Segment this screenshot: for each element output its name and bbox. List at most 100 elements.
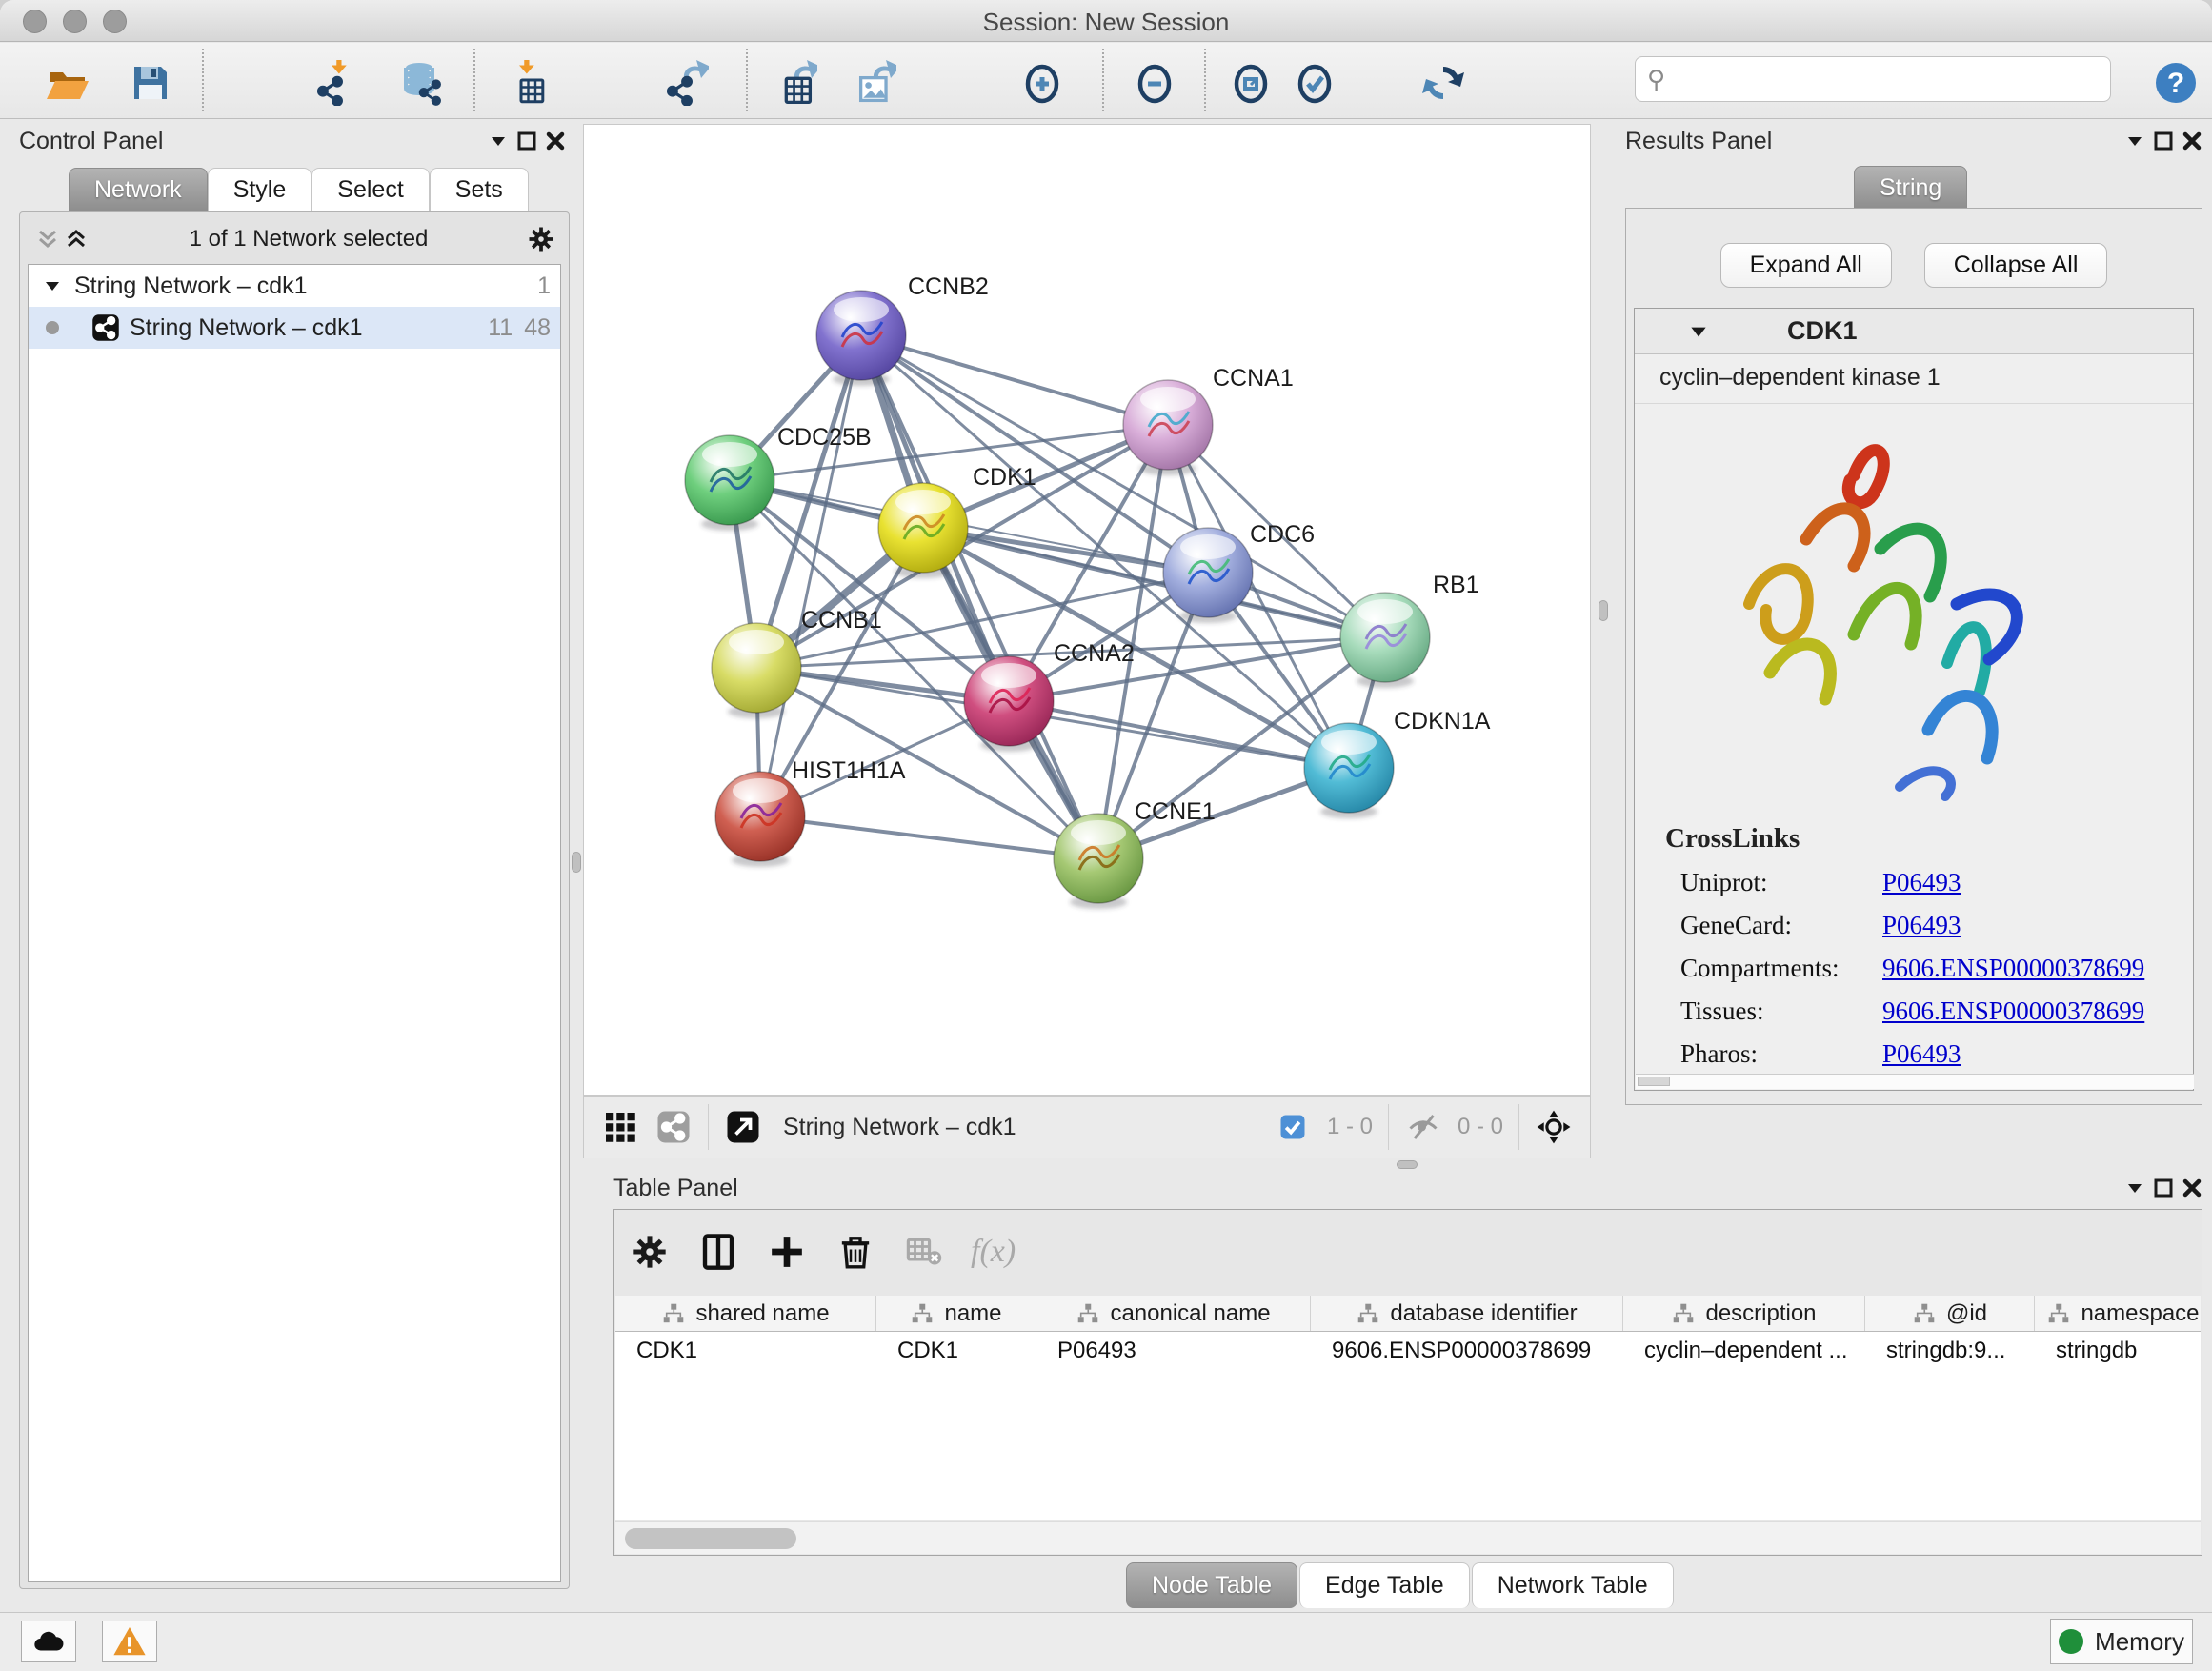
export-table-icon[interactable] xyxy=(768,56,821,110)
gene-description: cyclin–dependent kinase 1 xyxy=(1635,354,2193,404)
crosslink-label: Tissues: xyxy=(1680,997,1882,1026)
show-columns-icon[interactable] xyxy=(696,1230,740,1274)
table-cell: stringdb:9... xyxy=(1865,1332,2035,1370)
tab-network-table[interactable]: Network Table xyxy=(1472,1562,1674,1608)
tab-string[interactable]: String xyxy=(1854,166,1967,210)
export-network-icon[interactable] xyxy=(659,56,713,110)
node-CDC25B[interactable]: CDC25B xyxy=(685,424,872,531)
warnings-button[interactable] xyxy=(102,1621,157,1662)
node-label-CDC6: CDC6 xyxy=(1250,521,1315,548)
network-badge-gray-icon[interactable] xyxy=(653,1106,694,1148)
expand-all-tree-icon[interactable] xyxy=(62,225,90,253)
gene-card-header[interactable]: CDK1 xyxy=(1635,309,2193,354)
crosslink-value-link[interactable]: 9606.ENSP00000378699 xyxy=(1882,954,2144,983)
selected-checkbox-icon[interactable] xyxy=(1272,1106,1314,1148)
node-CCNB2[interactable]: CCNB2 xyxy=(816,273,989,386)
crosslink-value-link[interactable]: P06493 xyxy=(1882,911,1961,940)
node-CDKN1A[interactable]: CDKN1A xyxy=(1304,708,1491,818)
import-table-icon[interactable] xyxy=(497,56,551,110)
crosslink-value-link[interactable]: P06493 xyxy=(1882,1039,1961,1069)
table-settings-gear-icon[interactable] xyxy=(628,1230,672,1274)
add-column-icon[interactable] xyxy=(765,1230,809,1274)
close-panel-icon[interactable] xyxy=(2178,127,2206,155)
tab-style[interactable]: Style xyxy=(208,168,312,211)
delete-table-icon[interactable] xyxy=(902,1230,946,1274)
column-header-shared-name[interactable]: shared name xyxy=(615,1296,876,1331)
network-options-gear-icon[interactable] xyxy=(527,225,555,253)
expand-all-button[interactable]: Expand All xyxy=(1720,243,1892,288)
column-header-name[interactable]: name xyxy=(876,1296,1036,1331)
close-panel-icon[interactable] xyxy=(2178,1174,2206,1202)
table-horizontal-scrollbar[interactable] xyxy=(615,1521,2201,1554)
memory-button[interactable]: Memory xyxy=(2050,1619,2193,1664)
collapse-all-button[interactable]: Collapse All xyxy=(1924,243,2108,288)
help-button[interactable]: ? xyxy=(2149,56,2202,110)
zoom-in-icon[interactable] xyxy=(1016,56,1070,110)
birdseye-toggle-icon[interactable] xyxy=(1533,1106,1575,1148)
panel-menu-icon[interactable] xyxy=(2121,1174,2149,1202)
tab-edge-table[interactable]: Edge Table xyxy=(1299,1562,1470,1608)
node-HIST1H1A[interactable]: HIST1H1A xyxy=(715,757,906,867)
gene-card-scrollbar[interactable] xyxy=(1636,1074,2194,1089)
network-label: String Network – cdk1 xyxy=(130,314,363,342)
node-label-HIST1H1A: HIST1H1A xyxy=(792,757,906,784)
grid-view-icon[interactable] xyxy=(599,1106,641,1148)
tree-caret-icon[interactable] xyxy=(38,272,67,300)
collapse-all-tree-icon[interactable] xyxy=(33,225,62,253)
export-image-icon[interactable] xyxy=(847,56,900,110)
refresh-icon[interactable] xyxy=(1417,56,1470,110)
network-row-selected[interactable]: String Network – cdk1 11 48 xyxy=(29,307,560,349)
zoom-out-icon[interactable] xyxy=(1129,56,1182,110)
column-header-description[interactable]: description xyxy=(1623,1296,1865,1331)
zoom-selected-icon[interactable] xyxy=(1289,56,1342,110)
crosslink-value-link[interactable]: 9606.ENSP00000378699 xyxy=(1882,997,2144,1026)
delete-column-trash-icon[interactable] xyxy=(834,1230,877,1274)
scrollbar-thumb[interactable] xyxy=(625,1528,796,1549)
window-title: Session: New Session xyxy=(0,8,2212,37)
node-CDC6[interactable]: CDC6 xyxy=(1163,521,1315,623)
node-CCNA1[interactable]: CCNA1 xyxy=(1123,365,1294,475)
right-splitter-handle[interactable] xyxy=(1599,600,1608,621)
hidden-eye-icon[interactable] xyxy=(1402,1106,1444,1148)
close-panel-icon[interactable] xyxy=(541,127,570,155)
node-label-CDC25B: CDC25B xyxy=(777,424,872,451)
open-folder-icon[interactable] xyxy=(41,56,94,110)
tab-sets[interactable]: Sets xyxy=(430,168,529,211)
tab-network[interactable]: Network xyxy=(69,168,208,211)
tab-select[interactable]: Select xyxy=(312,168,429,211)
network-selected-summary: 1 of 1 Network selected xyxy=(90,226,527,252)
column-header--id[interactable]: @id xyxy=(1865,1296,2035,1331)
node-CDK1[interactable]: CDK1 xyxy=(878,464,1036,578)
collapse-caret-icon[interactable] xyxy=(1684,317,1713,346)
crosslink-row: Tissues: 9606.ENSP00000378699 xyxy=(1680,997,2193,1026)
panel-menu-icon[interactable] xyxy=(484,127,513,155)
float-panel-icon[interactable] xyxy=(2149,127,2178,155)
memory-label: Memory xyxy=(2095,1627,2184,1657)
import-database-icon[interactable] xyxy=(396,56,450,110)
zoom-fit-icon[interactable] xyxy=(1225,56,1278,110)
panel-menu-icon[interactable] xyxy=(2121,127,2149,155)
network-canvas[interactable]: CCNB2 CCNA1 CDC25B CDK1 CDC6 RB1 CCNB1 C… xyxy=(583,124,1591,1096)
float-panel-icon[interactable] xyxy=(2149,1174,2178,1202)
left-splitter-handle[interactable] xyxy=(572,852,581,873)
search-field[interactable]: ⚲ xyxy=(1635,56,2111,102)
crosslink-value-link[interactable]: P06493 xyxy=(1882,868,1961,897)
column-header-namespace[interactable]: namespace xyxy=(2035,1296,2201,1331)
protein-structure-image xyxy=(1711,413,2092,814)
detach-view-icon[interactable] xyxy=(722,1106,764,1148)
results-panel: Results Panel String Expand All Collapse… xyxy=(1619,124,2212,1162)
table-row[interactable]: CDK1CDK1P064939606.ENSP00000378699cyclin… xyxy=(615,1332,2201,1370)
import-network-icon[interactable] xyxy=(310,56,363,110)
tab-node-table[interactable]: Node Table xyxy=(1126,1562,1297,1608)
search-input[interactable] xyxy=(1673,65,2099,93)
node-RB1[interactable]: RB1 xyxy=(1340,572,1479,688)
save-icon[interactable] xyxy=(124,56,177,110)
column-header-database-identifier[interactable]: database identifier xyxy=(1311,1296,1623,1331)
table-cell: CDK1 xyxy=(876,1332,1036,1370)
table-panel: Table Panel f(x) shared namenamecanonica… xyxy=(600,1167,2212,1620)
cloud-status-button[interactable] xyxy=(21,1621,76,1662)
column-header-canonical-name[interactable]: canonical name xyxy=(1036,1296,1311,1331)
network-collection-row[interactable]: String Network – cdk1 1 xyxy=(29,265,560,307)
function-builder-icon[interactable]: f(x) xyxy=(971,1234,1016,1270)
float-panel-icon[interactable] xyxy=(513,127,541,155)
